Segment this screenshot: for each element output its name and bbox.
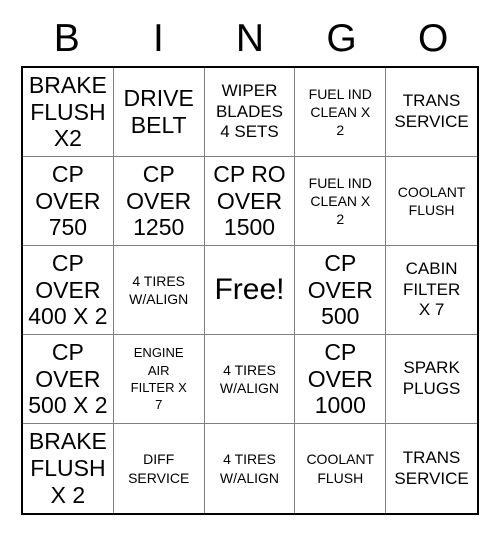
bingo-cell-label: CABIN FILTER X 7 — [402, 258, 461, 320]
bingo-cell[interactable]: CP OVER 500 X 2 — [23, 335, 114, 424]
bingo-cell-label: TRANS SERVICE — [394, 447, 469, 488]
bingo-cell-label: CP OVER 400 X 2 — [28, 249, 108, 330]
bingo-cell[interactable]: COOLANT FLUSH — [386, 157, 477, 246]
bingo-cell-label: CP OVER 750 — [35, 160, 101, 241]
bingo-cell-label: 4 TIRES W/ALIGN — [219, 361, 280, 396]
bingo-cell-label: BRAKE FLUSH X 2 — [28, 428, 107, 508]
bingo-cell-label: ENGINE AIR FILTER X 7 — [130, 345, 187, 413]
bingo-cell[interactable]: TRANS SERVICE — [386, 424, 477, 513]
bingo-cell-label: DIFF SERVICE — [128, 451, 190, 486]
bingo-cell[interactable]: WIPER BLADES 4 SETS — [204, 68, 296, 157]
bingo-cell[interactable]: 4 TIRES W/ALIGN — [204, 424, 296, 513]
bingo-card: B I N G O BRAKE FLUSH X2 DRIVE BELT WIPER … — [0, 0, 500, 544]
bingo-cell[interactable]: CP OVER 400 X 2 — [23, 246, 114, 335]
bingo-cell[interactable]: CP OVER 750 — [23, 157, 114, 246]
bingo-cell-label: CP OVER 1000 — [307, 338, 373, 419]
bingo-cell-label: TRANS SERVICE — [394, 91, 469, 131]
bingo-cell[interactable]: BRAKE FLUSH X2 — [23, 68, 114, 157]
bingo-cell[interactable]: CP OVER 1250 — [113, 157, 205, 246]
bingo-cell-label: COOLANT FLUSH — [306, 451, 375, 486]
bingo-cell-label: FUEL IND CLEAN X 2 — [308, 85, 372, 139]
bingo-cell[interactable]: TRANS SERVICE — [386, 68, 477, 157]
bingo-cell[interactable]: CABIN FILTER X 7 — [386, 246, 477, 335]
bingo-grid: BRAKE FLUSH X2 DRIVE BELT WIPER BLADES 4 S… — [21, 66, 479, 515]
bingo-cell[interactable]: ENGINE AIR FILTER X 7 — [113, 335, 205, 424]
bingo-cell-label: CP OVER 500 — [307, 249, 373, 330]
bingo-cell-label: SPARK PLUGS — [402, 358, 461, 398]
bingo-cell[interactable]: CP OVER 500 — [295, 246, 387, 335]
bingo-cell-label: WIPER BLADES 4 SETS — [215, 80, 284, 142]
bingo-cell[interactable]: DIFF SERVICE — [113, 424, 205, 513]
bingo-cell[interactable]: FUEL IND CLEAN X 2 — [295, 157, 387, 246]
bingo-cell[interactable]: FUEL IND CLEAN X 2 — [295, 68, 387, 157]
bingo-cell-label: COOLANT FLUSH — [397, 183, 466, 218]
bingo-cell[interactable]: CP RO OVER 1500 — [204, 157, 296, 246]
bingo-cell-label: BRAKE FLUSH X2 — [28, 71, 107, 152]
bingo-cell-label: CP OVER 500 X 2 — [28, 338, 108, 419]
bingo-cell-label: Free! — [214, 273, 285, 307]
bingo-header-letter-n: N — [235, 16, 265, 60]
bingo-header-letter-g: G — [326, 16, 357, 60]
bingo-cell-label: CP RO OVER 1500 — [213, 160, 286, 241]
bingo-header-letter-o: O — [418, 16, 449, 60]
bingo-cell[interactable]: SPARK PLUGS — [386, 335, 477, 424]
bingo-cell[interactable]: 4 TIRES W/ALIGN — [204, 335, 296, 424]
bingo-free-space-cell[interactable]: Free! — [204, 246, 296, 335]
bingo-header-letter-b: B — [53, 16, 80, 60]
bingo-header-row: B I N G O — [21, 12, 479, 64]
bingo-cell-label: FUEL IND CLEAN X 2 — [308, 174, 372, 228]
bingo-cell-label: 4 TIRES W/ALIGN — [219, 451, 280, 486]
bingo-cell[interactable]: BRAKE FLUSH X 2 — [23, 424, 114, 513]
bingo-header-letter-i: I — [152, 16, 164, 60]
bingo-cell-label: 4 TIRES W/ALIGN — [129, 272, 189, 307]
bingo-cell[interactable]: 4 TIRES W/ALIGN — [113, 246, 205, 335]
bingo-cell[interactable]: COOLANT FLUSH — [295, 424, 387, 513]
bingo-cell-label: CP OVER 1250 — [126, 160, 192, 241]
bingo-cell[interactable]: DRIVE BELT — [113, 68, 205, 157]
bingo-cell[interactable]: CP OVER 1000 — [295, 335, 387, 424]
bingo-cell-label: DRIVE BELT — [123, 85, 194, 138]
